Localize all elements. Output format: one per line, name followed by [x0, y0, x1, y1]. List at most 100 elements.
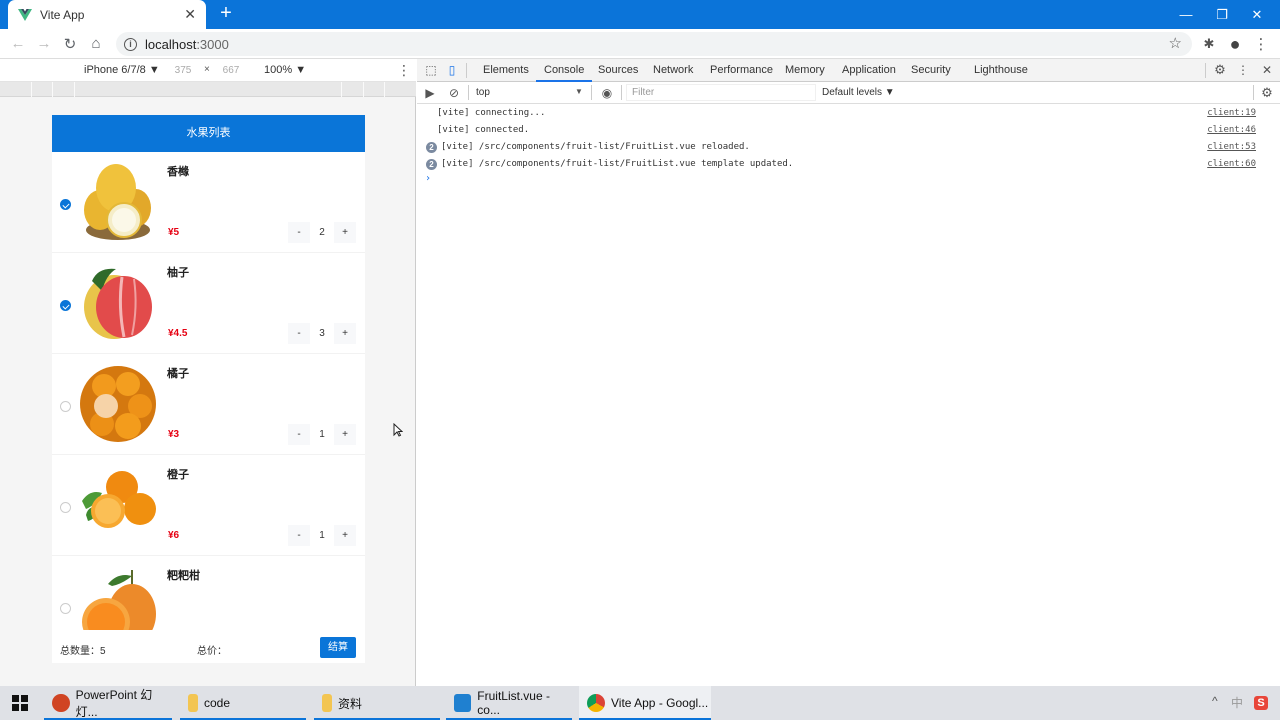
decrease-button[interactable]: - — [288, 323, 310, 344]
inspect-element-icon[interactable]: ⬚ — [424, 63, 438, 77]
console-source-link[interactable]: client:46 — [1207, 122, 1256, 139]
tab-elements[interactable]: Elements — [483, 64, 529, 76]
increase-button[interactable]: + — [334, 525, 356, 546]
increase-button[interactable]: + — [334, 424, 356, 445]
tab-application[interactable]: Application — [842, 64, 896, 76]
tab-performance[interactable]: Performance — [710, 64, 773, 76]
close-devtools-icon[interactable]: ✕ — [1260, 63, 1274, 77]
fruit-item: 橘子 ¥3 - 1 + — [52, 354, 365, 455]
taskbar-item-label: 资料 — [338, 696, 363, 711]
taskbar-item-label: code — [204, 696, 231, 710]
profile-icon[interactable]: ● — [1225, 29, 1245, 59]
taskbar-item-label: PowerPoint 幻灯... — [75, 688, 153, 719]
item-checkbox[interactable] — [60, 300, 71, 311]
powerpoint-icon — [52, 694, 70, 712]
increase-button[interactable]: + — [334, 323, 356, 344]
quantity-value[interactable]: 1 — [310, 429, 334, 440]
decrease-button[interactable]: - — [288, 424, 310, 445]
checkout-button[interactable]: 结算 — [320, 637, 356, 658]
windows-start-icon[interactable] — [12, 695, 28, 711]
tab-console[interactable]: Console — [535, 64, 593, 82]
sidebar-toggle-icon[interactable]: ▶ — [423, 86, 437, 100]
log-levels-select[interactable]: Default levels ▼ — [822, 87, 895, 98]
devtools-menu-icon[interactable]: ⋮ — [1236, 63, 1250, 77]
item-checkbox[interactable] — [60, 199, 71, 210]
settings-gear-icon[interactable]: ⚙ — [1213, 63, 1227, 77]
close-window-button[interactable]: ✕ — [1234, 0, 1280, 29]
pomelo-image — [84, 268, 152, 339]
reload-button[interactable]: ↻ — [57, 31, 83, 57]
home-button[interactable]: ⌂ — [83, 31, 109, 57]
quantity-stepper: - 3 + — [288, 323, 356, 344]
item-checkbox[interactable] — [60, 401, 71, 412]
device-select[interactable]: iPhone 6/7/8 ▼ — [84, 64, 160, 76]
console-toolbar: ▶ ⊘ top ▼ ◉ Filter Default levels ▼ ⚙ — [417, 82, 1280, 104]
taskbar-item-vscode[interactable]: FruitList.vue - co... — [446, 686, 572, 720]
media-query-ruler[interactable] — [0, 82, 416, 97]
quantity-value[interactable]: 3 — [310, 328, 334, 339]
fruit-item: 柚子 ¥4.5 - 3 + — [52, 253, 365, 354]
fruit-list[interactable]: 香橼 ¥5 - 2 + 柚子 ¥4.5 - 3 + 橘子 ¥3 - 1 + 橙子… — [52, 152, 365, 630]
ime-indicator[interactable]: 中 — [1231, 694, 1243, 711]
console-source-link[interactable]: client:53 — [1207, 139, 1256, 156]
console-filter-input[interactable]: Filter — [626, 84, 816, 101]
decrease-button[interactable]: - — [288, 222, 310, 243]
fruit-name: 橘子 — [167, 368, 189, 380]
quantity-stepper: - 1 + — [288, 424, 356, 445]
quantity-value[interactable]: 1 — [310, 530, 334, 541]
fruit-item: 橙子 ¥6 - 1 + — [52, 455, 365, 556]
citron-image — [84, 164, 151, 240]
sogou-ime-icon[interactable]: S — [1254, 696, 1268, 710]
tab-network[interactable]: Network — [653, 64, 693, 76]
console-settings-icon[interactable]: ⚙ — [1260, 86, 1274, 100]
repeat-count-badge: 2 — [426, 159, 437, 170]
url-port: :3000 — [196, 36, 229, 52]
viewport-height-input[interactable]: 667 — [216, 63, 246, 78]
taskbar-item-label: Vite App - Googl... — [611, 696, 709, 710]
item-checkbox[interactable] — [60, 502, 71, 513]
browser-tab[interactable]: Vite App ✕ — [8, 0, 206, 29]
console-output: [vite] connecting... client:19 [vite] co… — [417, 105, 1280, 187]
new-tab-button[interactable]: + — [216, 3, 236, 23]
zoom-select[interactable]: 100% ▼ — [264, 64, 306, 76]
tab-sources[interactable]: Sources — [598, 64, 638, 76]
browser-menu-icon[interactable]: ⋮ — [1254, 29, 1269, 59]
extensions-icon[interactable]: ✱ — [1200, 29, 1218, 59]
taskbar-item-label: FruitList.vue - co... — [477, 689, 550, 717]
decrease-button[interactable]: - — [288, 525, 310, 546]
fruit-price: ¥5 — [168, 227, 180, 238]
url-text: localhost:3000 — [145, 37, 229, 52]
console-source-link[interactable]: client:19 — [1207, 105, 1256, 122]
taskbar-item-powerpoint[interactable]: PowerPoint 幻灯... — [44, 686, 172, 720]
quantity-value[interactable]: 2 — [310, 227, 334, 238]
taskbar-item-materials-folder[interactable]: 资料 — [314, 686, 440, 720]
tab-memory[interactable]: Memory — [785, 64, 825, 76]
close-tab-icon[interactable]: ✕ — [184, 6, 196, 23]
tab-lighthouse[interactable]: Lighthouse — [974, 64, 1028, 76]
forward-button[interactable]: → — [31, 31, 57, 57]
bookmark-star-icon[interactable]: ☆ — [1169, 34, 1182, 52]
dimension-separator: × — [204, 64, 210, 75]
device-more-icon[interactable]: ⋮ — [397, 62, 411, 79]
tab-security[interactable]: Security — [911, 64, 951, 76]
console-source-link[interactable]: client:60 — [1207, 156, 1256, 173]
device-toggle-icon[interactable]: ▯ — [445, 63, 459, 77]
windows-taskbar: PowerPoint 幻灯... code 资料 FruitList.vue -… — [0, 686, 1280, 720]
back-button[interactable]: ← — [5, 31, 31, 57]
live-expression-eye-icon[interactable]: ◉ — [600, 86, 614, 100]
url-host: localhost — [145, 36, 197, 52]
console-prompt[interactable]: › — [417, 173, 1280, 187]
total-count: 总数量：5 — [60, 646, 106, 657]
clear-console-icon[interactable]: ⊘ — [447, 86, 461, 100]
taskbar-item-chrome[interactable]: Vite App - Googl... — [579, 686, 711, 720]
viewport-width-input[interactable]: 375 — [168, 63, 198, 78]
site-info-icon[interactable]: i — [124, 37, 137, 51]
taskbar-item-code-folder[interactable]: code — [180, 686, 306, 720]
increase-button[interactable]: + — [334, 222, 356, 243]
context-select[interactable]: top — [476, 87, 490, 98]
address-bar[interactable]: i localhost:3000 ☆ — [116, 32, 1192, 56]
folder-icon — [322, 694, 332, 712]
item-checkbox[interactable] — [60, 603, 71, 614]
tray-chevron-icon[interactable]: ^ — [1212, 694, 1218, 708]
vue-logo-icon — [18, 8, 32, 21]
